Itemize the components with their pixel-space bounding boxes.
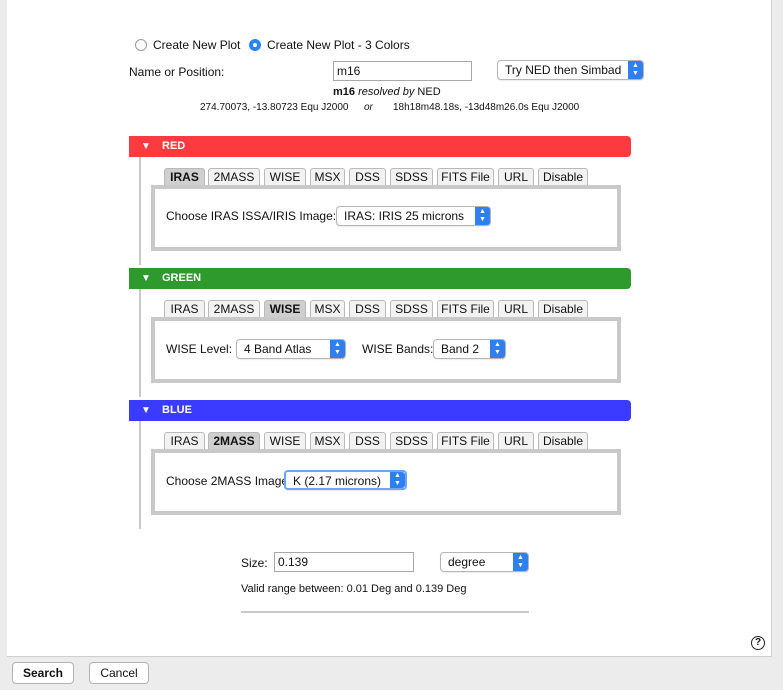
- wise-bands-select[interactable]: Band 2 ▲ ▼: [433, 339, 506, 359]
- red-tab-disable[interactable]: Disable: [538, 168, 588, 185]
- triangle-down-icon: ▼: [141, 141, 151, 152]
- search-button[interactable]: Search: [12, 662, 74, 684]
- chevron-updown-icon: ▲ ▼: [490, 340, 505, 358]
- iras-image-value: IRAS: IRIS 25 microns: [344, 209, 465, 223]
- blue-tab-dss[interactable]: DSS: [349, 432, 386, 449]
- red-tab-2mass[interactable]: 2MASS: [208, 168, 260, 185]
- coords-sexagesimal: 18h18m48.18s, -13d48m26.0s Equ J2000: [393, 102, 580, 113]
- size-valid-range: Valid range between: 0.01 Deg and 0.139 …: [241, 583, 467, 595]
- blue-tab-iras[interactable]: IRAS: [164, 432, 205, 449]
- coords-decimal: 274.70073, -13.80723 Equ J2000: [200, 102, 349, 113]
- coords-or: or: [364, 102, 373, 113]
- wise-level-label: WISE Level:: [166, 342, 233, 356]
- chevron-updown-icon: ▲ ▼: [330, 340, 345, 358]
- green-tab-iras[interactable]: IRAS: [164, 300, 205, 317]
- red-tab-iras[interactable]: IRAS: [164, 168, 205, 185]
- red-tab-dss[interactable]: DSS: [349, 168, 386, 185]
- red-tab-panel: Choose IRAS ISSA/IRIS Image: IRAS: IRIS …: [151, 185, 621, 251]
- question-circle-icon[interactable]: ?: [751, 636, 765, 650]
- resolver-select[interactable]: Try NED then Simbad ▲ ▼: [497, 60, 644, 80]
- size-divider: [241, 611, 529, 613]
- size-unit-value: degree: [448, 555, 486, 569]
- cancel-button[interactable]: Cancel: [89, 662, 149, 684]
- green-tab-panel: WISE Level: 4 Band Atlas ▲ ▼ WISE Bands: …: [151, 317, 621, 383]
- triangle-down-icon: ▼: [141, 405, 151, 416]
- green-tab-fits-file[interactable]: FITS File: [437, 300, 494, 317]
- red-section-title: RED: [162, 140, 186, 152]
- blue-section-line: [139, 421, 141, 529]
- green-tab-msx[interactable]: MSX: [310, 300, 345, 317]
- red-section-header[interactable]: ▼ RED: [129, 136, 631, 157]
- blue-tab-fits-file[interactable]: FITS File: [437, 432, 494, 449]
- radio-create-3color-plot-label[interactable]: Create New Plot - 3 Colors: [267, 38, 410, 52]
- red-section-line: [139, 157, 141, 265]
- radio-create-3color-plot[interactable]: [249, 39, 261, 51]
- red-tab-wise[interactable]: WISE: [264, 168, 306, 185]
- blue-tab-disable[interactable]: Disable: [538, 432, 588, 449]
- blue-tab-sdss[interactable]: SDSS: [390, 432, 433, 449]
- triangle-down-icon: ▼: [141, 273, 151, 284]
- radio-create-new-plot[interactable]: [135, 39, 147, 51]
- green-tab-disable[interactable]: Disable: [538, 300, 588, 317]
- twomass-image-value: K (2.17 microns): [293, 474, 382, 488]
- blue-tab-wise[interactable]: WISE: [264, 432, 306, 449]
- size-label: Size:: [241, 556, 268, 570]
- twomass-image-select[interactable]: K (2.17 microns) ▲ ▼: [284, 470, 407, 490]
- chevron-updown-icon: ▲ ▼: [628, 61, 643, 79]
- green-tab-url[interactable]: URL: [498, 300, 534, 317]
- chevron-updown-icon: ▲ ▼: [513, 553, 528, 571]
- radio-create-new-plot-label[interactable]: Create New Plot: [153, 38, 240, 52]
- red-tab-msx[interactable]: MSX: [310, 168, 345, 185]
- wise-bands-label: WISE Bands:: [362, 342, 434, 356]
- resolved-source: NED: [417, 86, 441, 98]
- blue-tab-panel: Choose 2MASS Image: K (2.17 microns) ▲ ▼: [151, 449, 621, 515]
- blue-section-header[interactable]: ▼ BLUE: [129, 400, 631, 421]
- chevron-updown-icon: ▲ ▼: [475, 207, 490, 225]
- red-tab-url[interactable]: URL: [498, 168, 534, 185]
- green-section-title: GREEN: [162, 272, 202, 284]
- green-section-header[interactable]: ▼ GREEN: [129, 268, 631, 289]
- iras-image-select[interactable]: IRAS: IRIS 25 microns ▲ ▼: [336, 206, 491, 226]
- name-position-label: Name or Position:: [129, 65, 225, 79]
- red-tab-sdss[interactable]: SDSS: [390, 168, 433, 185]
- wise-level-value: 4 Band Atlas: [244, 342, 312, 356]
- green-section-line: [139, 289, 141, 397]
- red-tab-fits-file[interactable]: FITS File: [437, 168, 494, 185]
- blue-tab-msx[interactable]: MSX: [310, 432, 345, 449]
- resolution-info: m16 resolved by NED: [333, 86, 441, 98]
- blue-tab-url[interactable]: URL: [498, 432, 534, 449]
- blue-section-title: BLUE: [162, 404, 192, 416]
- name-position-input[interactable]: [333, 61, 472, 81]
- wise-bands-value: Band 2: [441, 342, 480, 356]
- green-tab-2mass[interactable]: 2MASS: [208, 300, 260, 317]
- twomass-image-label: Choose 2MASS Image:: [166, 474, 292, 488]
- resolved-name: m16: [333, 86, 356, 98]
- wise-level-select[interactable]: 4 Band Atlas ▲ ▼: [236, 339, 346, 359]
- search-panel: Create New Plot Create New Plot - 3 Colo…: [7, 0, 772, 657]
- resolved-by-text: resolved by: [358, 86, 415, 98]
- green-tab-dss[interactable]: DSS: [349, 300, 386, 317]
- green-tab-wise[interactable]: WISE: [264, 300, 306, 317]
- resolver-select-value: Try NED then Simbad: [505, 63, 622, 77]
- green-tab-sdss[interactable]: SDSS: [390, 300, 433, 317]
- chevron-updown-icon: ▲ ▼: [390, 472, 405, 488]
- size-input[interactable]: [274, 552, 414, 572]
- iras-image-label: Choose IRAS ISSA/IRIS Image:: [166, 209, 337, 223]
- blue-tab-2mass[interactable]: 2MASS: [208, 432, 260, 449]
- size-unit-select[interactable]: degree ▲ ▼: [440, 552, 529, 572]
